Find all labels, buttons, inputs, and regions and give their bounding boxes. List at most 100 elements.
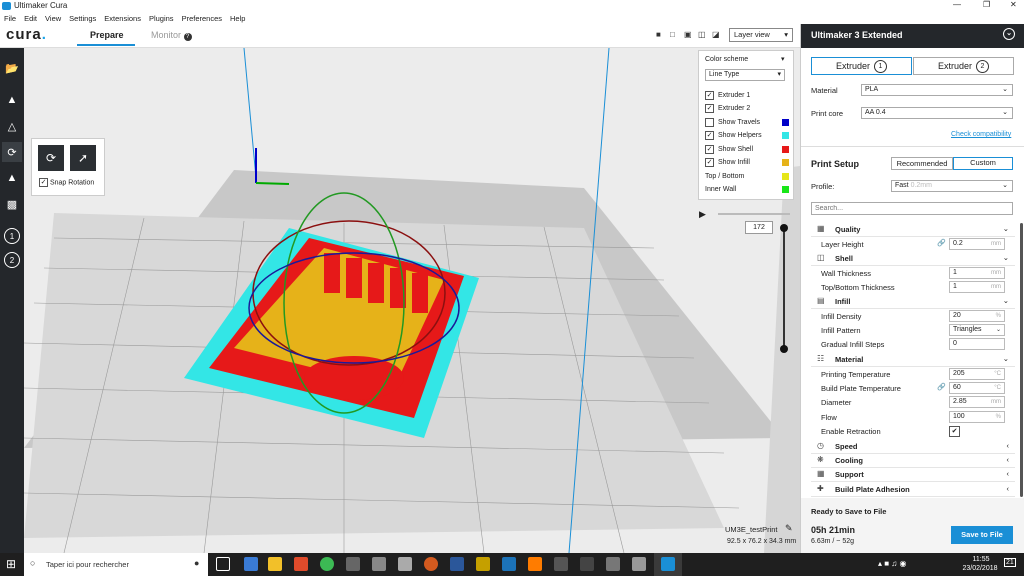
app-icon[interactable] xyxy=(424,557,438,571)
view-right-icon[interactable]: ◪ xyxy=(712,30,722,40)
settings-scrollbar[interactable] xyxy=(1020,223,1023,497)
category-quality[interactable]: ▦ Quality ⌄ xyxy=(811,223,1015,237)
setting-value-field[interactable]: 205 °C xyxy=(949,368,1005,380)
clock-time[interactable]: 11:55 xyxy=(964,556,998,563)
viewport-3d[interactable] xyxy=(24,48,800,553)
windows-start-icon[interactable]: ⊞ xyxy=(6,557,16,571)
mirror-tool-icon[interactable]: ▲ xyxy=(2,168,22,188)
setting-value-field[interactable]: 100% xyxy=(949,411,1005,423)
setting-value-field[interactable]: 0.2 mm xyxy=(949,238,1005,250)
snap-rotation-checkbox[interactable]: ✓ xyxy=(39,178,48,187)
collapse-chevron-icon[interactable]: ▾ xyxy=(781,55,785,63)
legend-extruder-1[interactable]: ✓ Extruder 1 xyxy=(705,89,789,101)
app-icon[interactable] xyxy=(606,557,620,571)
view-mode-dropdown[interactable]: Layer view ▾ xyxy=(729,28,793,42)
tab-prepare[interactable]: Prepare xyxy=(90,30,124,40)
lay-flat-icon[interactable]: ➚ xyxy=(70,145,96,171)
recommended-mode-button[interactable]: Recommended xyxy=(891,157,953,170)
view-3d-icon[interactable]: ■ xyxy=(656,30,666,40)
illustrator-icon[interactable] xyxy=(528,557,542,571)
retraction-checkbox[interactable]: ✔ xyxy=(949,426,960,437)
category-infill[interactable]: ▤ Infill ⌄ xyxy=(811,295,1015,309)
edge-icon[interactable] xyxy=(244,557,258,571)
scale-tool-icon[interactable]: △ xyxy=(2,116,22,136)
clock-date[interactable]: 23/02/2018 xyxy=(960,565,1000,572)
profile-dropdown[interactable]: Fast 0.2mm ⌄ xyxy=(891,180,1013,192)
snap-rotation-toggle[interactable]: ✓ Snap Rotation xyxy=(39,178,94,187)
menu-extensions[interactable]: Extensions xyxy=(104,14,141,23)
custom-mode-button[interactable]: Custom xyxy=(953,157,1013,170)
menu-preferences[interactable]: Preferences xyxy=(182,14,222,23)
category-shell[interactable]: ◫ Shell ⌄ xyxy=(811,252,1015,266)
extruder-1-tab[interactable]: Extruder 1 xyxy=(811,57,912,75)
extruder-2-tab[interactable]: Extruder 2 xyxy=(913,57,1014,75)
edit-pencil-icon[interactable]: ✎ xyxy=(785,523,793,534)
cura-taskbar-button[interactable] xyxy=(654,553,682,576)
file-explorer-icon[interactable] xyxy=(268,557,282,571)
move-tool-icon[interactable]: ▲ xyxy=(2,90,22,110)
app-icon[interactable] xyxy=(632,557,646,571)
app-icon[interactable] xyxy=(372,557,386,571)
printcore-dropdown[interactable]: AA 0.4 ⌄ xyxy=(861,107,1013,119)
extruder-2-icon[interactable]: 2 xyxy=(4,252,20,268)
layer-path-slider[interactable] xyxy=(718,213,790,215)
per-model-settings-icon[interactable]: ▩ xyxy=(2,194,22,214)
minimize-icon[interactable]: — xyxy=(953,0,961,9)
taskbar-search[interactable]: ○ Taper ici pour rechercher ● xyxy=(24,553,208,576)
setting-value-field[interactable]: 2.85 mm xyxy=(949,396,1005,408)
play-simulation-icon[interactable]: ▶ xyxy=(699,209,706,220)
app-icon[interactable] xyxy=(346,557,360,571)
tab-monitor[interactable]: Monitor ? xyxy=(151,30,192,41)
app-icon[interactable] xyxy=(580,557,594,571)
legend-travels[interactable]: Show Travels xyxy=(705,116,789,128)
legend-checkbox[interactable]: ✓ xyxy=(705,144,714,154)
rotate-tool-icon[interactable]: ⟳ xyxy=(2,142,22,162)
setting-value-field[interactable]: 20% xyxy=(949,310,1005,322)
layer-slider-lower-handle[interactable] xyxy=(780,345,788,353)
setting-value-field[interactable]: 0 xyxy=(949,338,1005,350)
extruder-1-icon[interactable]: 1 xyxy=(4,228,20,244)
settings-search-input[interactable] xyxy=(811,202,1013,215)
close-icon[interactable]: ✕ xyxy=(1010,0,1017,9)
app-icon[interactable] xyxy=(294,557,308,571)
legend-extruder-2[interactable]: ✓ Extruder 2 xyxy=(705,102,789,114)
view-top-icon[interactable]: ▣ xyxy=(684,30,694,40)
setting-dropdown[interactable]: Triangles ⌄ xyxy=(949,324,1005,336)
legend-infill[interactable]: ✓ Show Infill xyxy=(705,156,789,168)
category-support[interactable]: ▦ Support ‹ xyxy=(811,468,1015,482)
material-dropdown[interactable]: PLA ⌄ xyxy=(861,84,1013,96)
menu-plugins[interactable]: Plugins xyxy=(149,14,174,23)
layer-slider-track[interactable] xyxy=(783,228,785,350)
setting-value-field[interactable]: 60 °C xyxy=(949,382,1005,394)
view-left-icon[interactable]: ◫ xyxy=(698,30,708,40)
legend-checkbox[interactable]: ✓ xyxy=(705,103,714,113)
category-cooling[interactable]: ❋ Cooling ‹ xyxy=(811,454,1015,468)
legend-helpers[interactable]: ✓ Show Helpers xyxy=(705,129,789,141)
setting-value-field[interactable]: 1 mm xyxy=(949,281,1005,293)
chrome-icon[interactable] xyxy=(320,557,334,571)
view-front-icon[interactable]: □ xyxy=(670,30,680,40)
layer-number-field[interactable]: 172 xyxy=(745,221,773,234)
system-tray-icons[interactable]: ▴ ■ ♫ ◉ xyxy=(878,559,907,568)
legend-checkbox[interactable] xyxy=(705,117,714,127)
category-speed[interactable]: ◷ Speed ‹ xyxy=(811,440,1015,454)
menu-edit[interactable]: Edit xyxy=(24,14,37,23)
menu-settings[interactable]: Settings xyxy=(69,14,96,23)
menu-file[interactable]: File xyxy=(4,14,16,23)
legend-checkbox[interactable]: ✓ xyxy=(705,130,714,140)
menu-view[interactable]: View xyxy=(45,14,61,23)
check-compatibility-link[interactable]: Check compatibility xyxy=(951,131,1011,138)
app-icon[interactable] xyxy=(450,557,464,571)
legend-shell[interactable]: ✓ Show Shell xyxy=(705,143,789,155)
category-material[interactable]: ☷ Material ⌄ xyxy=(811,353,1015,367)
maximize-icon[interactable]: ❐ xyxy=(983,0,990,9)
photoshop-icon[interactable] xyxy=(502,557,516,571)
task-view-icon[interactable] xyxy=(216,557,230,571)
app-icon[interactable] xyxy=(476,557,490,571)
app-icon[interactable] xyxy=(554,557,568,571)
open-file-icon[interactable]: 📂 xyxy=(2,58,22,78)
save-to-file-button[interactable]: Save to File xyxy=(951,526,1013,544)
layer-slider-upper-handle[interactable] xyxy=(780,224,788,232)
printer-selector[interactable]: Ultimaker 3 Extended ⌄ xyxy=(801,24,1024,48)
app-icon[interactable] xyxy=(398,557,412,571)
